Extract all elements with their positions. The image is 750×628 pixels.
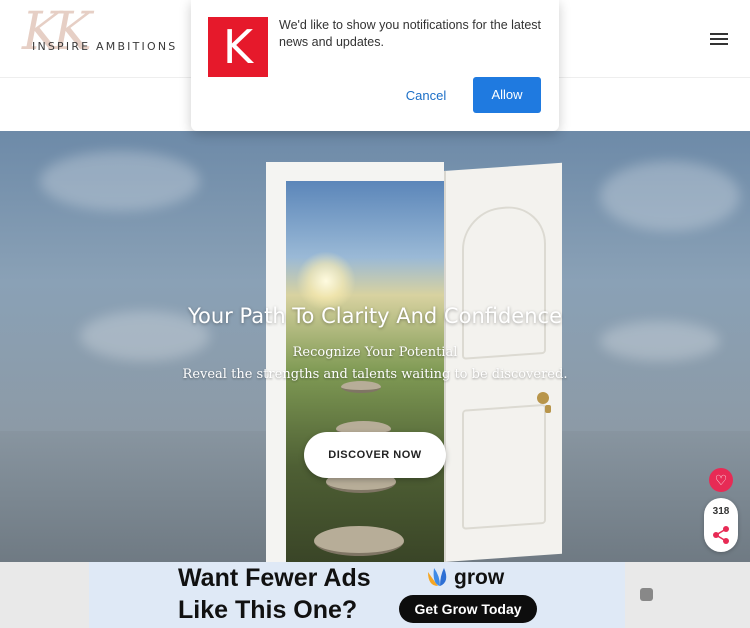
- sun: [296, 251, 356, 311]
- menu-icon[interactable]: [708, 30, 730, 48]
- ad-headline-line1: Want Fewer Ads: [178, 564, 371, 592]
- logo-text: INSPIRE AMBITIONS: [32, 40, 178, 53]
- door-knob-lever: [545, 405, 551, 413]
- leaf-icon[interactable]: [640, 588, 653, 601]
- allow-button[interactable]: Allow: [473, 77, 541, 113]
- door-inset-panel: [462, 203, 546, 360]
- stepping-stone: [341, 381, 381, 393]
- hero-tagline: Reveal the strengths and talents waiting…: [182, 367, 568, 382]
- site-logo[interactable]: KK INSPIRE AMBITIONS: [20, 2, 180, 68]
- hero-section: Your Path To Clarity And Confidence Reco…: [0, 131, 750, 562]
- heart-icon[interactable]: ♡: [709, 468, 733, 492]
- hero-title: Your Path To Clarity And Confidence: [187, 304, 563, 328]
- grow-logo: grow: [426, 566, 504, 590]
- cancel-button[interactable]: Cancel: [388, 78, 464, 114]
- get-grow-today-button[interactable]: Get Grow Today: [399, 595, 537, 623]
- open-door: [444, 162, 562, 562]
- share-button[interactable]: 318: [704, 498, 738, 552]
- grow-logo-icon: [428, 568, 447, 586]
- share-icon: [713, 526, 729, 544]
- stepping-stone: [314, 526, 404, 556]
- door-knob: [537, 392, 549, 404]
- grow-brand-text: grow: [454, 566, 505, 589]
- grow-ad-banner[interactable]: Want Fewer Ads Like This One? grow Get G…: [89, 562, 625, 628]
- share-count: 318: [712, 506, 730, 517]
- door-inset-panel: [462, 403, 546, 530]
- ad-headline-line2: Like This One?: [178, 596, 358, 624]
- discover-now-button[interactable]: DISCOVER NOW: [304, 432, 446, 478]
- notification-message: We'd like to show you notifications for …: [279, 18, 542, 49]
- logo-monogram: KK: [22, 2, 92, 62]
- notification-site-logo: K: [208, 17, 268, 77]
- notification-permission-dialog: K We'd like to show you notifications fo…: [191, 0, 559, 131]
- cloud: [600, 161, 740, 231]
- hero-subtitle: Recognize Your Potential: [292, 345, 458, 360]
- logo-letter: K: [222, 20, 254, 74]
- cloud: [40, 151, 200, 211]
